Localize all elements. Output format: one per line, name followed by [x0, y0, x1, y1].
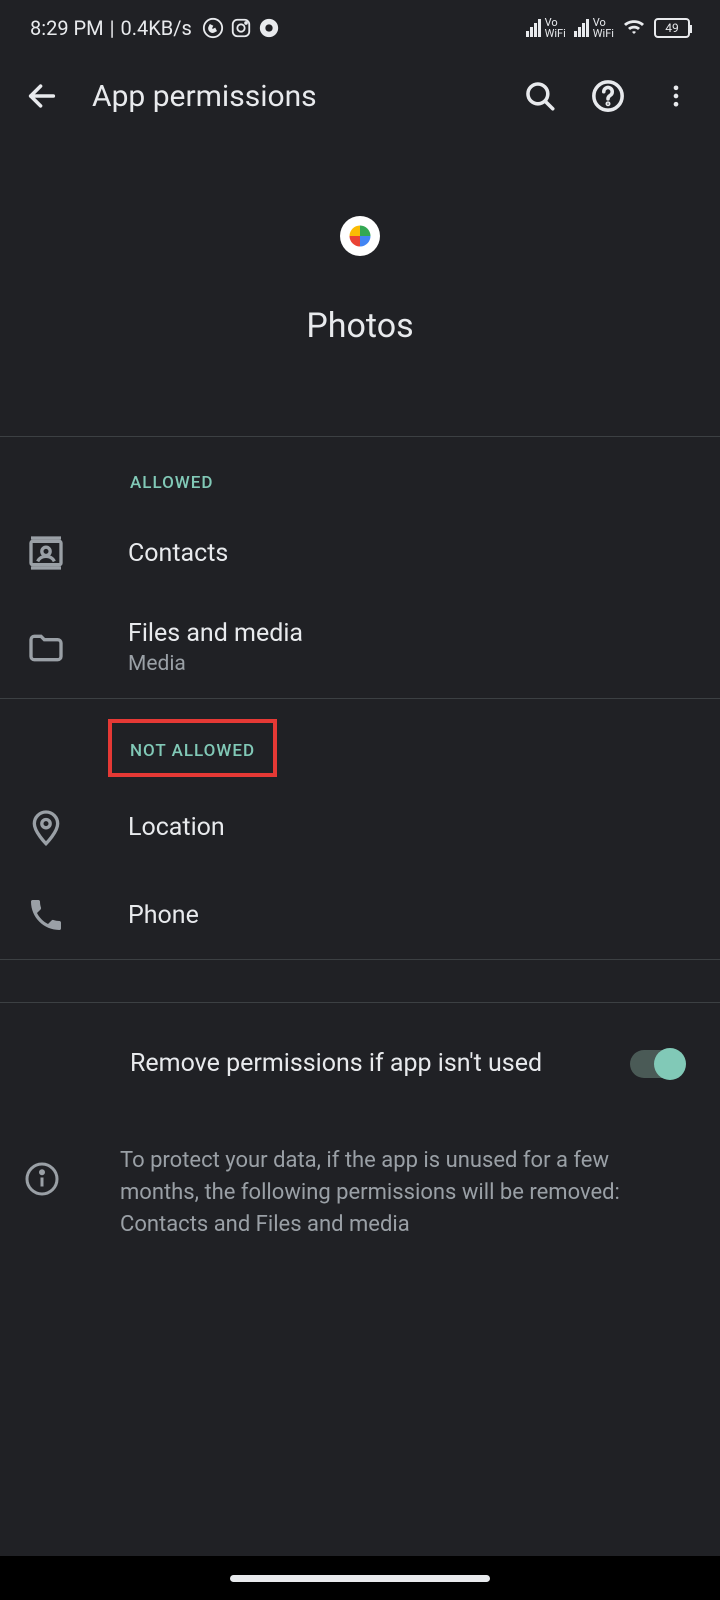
- app-header: Photos: [0, 136, 720, 436]
- app-bar: App permissions: [0, 56, 720, 136]
- remove-permissions-row[interactable]: Remove permissions if app isn't used: [0, 1003, 720, 1117]
- app-icon: [340, 216, 380, 256]
- permission-files-media[interactable]: Files and media Media: [0, 597, 720, 698]
- help-button[interactable]: [588, 76, 628, 116]
- status-speed: 0.4KB/s: [121, 16, 192, 40]
- search-button[interactable]: [520, 76, 560, 116]
- status-left: 8:29 PM | 0.4KB/s: [30, 16, 280, 40]
- permission-label: Contacts: [128, 539, 228, 568]
- folder-icon: [24, 626, 68, 670]
- section-gap: [0, 959, 720, 1003]
- remove-permissions-toggle[interactable]: [630, 1050, 684, 1078]
- signal-2: VoWiFi: [574, 17, 614, 39]
- back-button[interactable]: [12, 66, 72, 126]
- info-icon: [24, 1157, 60, 1201]
- battery-icon: 49: [654, 18, 690, 38]
- permission-label: Location: [128, 813, 225, 842]
- status-divider: |: [110, 16, 115, 40]
- not-allowed-highlight: NOT ALLOWED: [108, 719, 277, 777]
- info-text: To protect your data, if the app is unus…: [120, 1145, 696, 1241]
- app-name: Photos: [306, 306, 413, 346]
- page-title: App permissions: [92, 79, 520, 114]
- info-row: To protect your data, if the app is unus…: [0, 1117, 720, 1241]
- navigation-bar: [0, 1556, 720, 1600]
- permission-sublabel: Media: [128, 652, 303, 676]
- section-allowed: ALLOWED: [0, 437, 720, 509]
- section-not-allowed: NOT ALLOWED: [130, 741, 255, 761]
- home-indicator[interactable]: [230, 1575, 490, 1582]
- remove-permissions-label: Remove permissions if app isn't used: [130, 1047, 630, 1081]
- status-time: 8:29 PM: [30, 16, 104, 40]
- instagram-icon: [230, 17, 252, 39]
- permission-label: Files and media: [128, 619, 303, 648]
- battery-level: 49: [665, 21, 679, 35]
- permission-location[interactable]: Location: [0, 783, 720, 871]
- permission-phone[interactable]: Phone: [0, 871, 720, 959]
- wifi-icon: [622, 16, 646, 41]
- status-right: VoWiFi VoWiFi 49: [526, 16, 690, 41]
- whatsapp-icon: [202, 17, 224, 39]
- status-bar: 8:29 PM | 0.4KB/s VoWiFi: [0, 0, 720, 56]
- permission-label: Phone: [128, 901, 199, 930]
- divider: [0, 698, 720, 699]
- phone-icon: [24, 893, 68, 937]
- location-icon: [24, 805, 68, 849]
- overflow-menu-button[interactable]: [656, 76, 696, 116]
- contacts-icon: [24, 531, 68, 575]
- permission-contacts[interactable]: Contacts: [0, 509, 720, 597]
- chrome-icon: [258, 17, 280, 39]
- signal-1: VoWiFi: [526, 17, 566, 39]
